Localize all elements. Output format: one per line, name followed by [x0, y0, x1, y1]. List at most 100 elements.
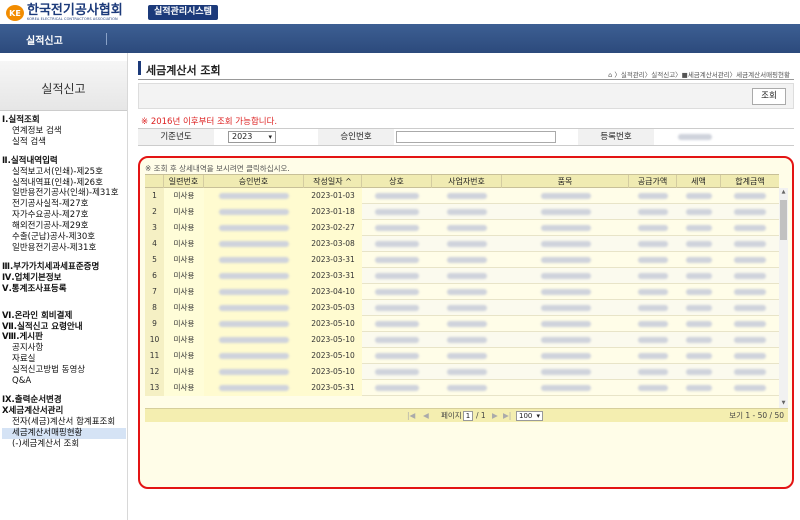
row-status: 미사용 [164, 300, 204, 316]
col-tax[interactable]: 세액 [677, 175, 721, 188]
biz-number [432, 188, 502, 204]
sidebar-item[interactable]: 전기공사실적-제27호 [2, 199, 126, 210]
sidebar-item[interactable]: 일반용전기공사(인쇄)-제31호 [2, 188, 126, 199]
issue-date: 2023-01-18 [304, 204, 362, 220]
table-row[interactable]: 11 미사용 2023-05-10 [145, 348, 779, 364]
sidebar-section[interactable]: Ⅷ.게시판 [2, 332, 126, 343]
total-amount [721, 236, 779, 252]
year-select[interactable]: 2023 ▾ [228, 131, 276, 143]
col-item[interactable]: 품목 [502, 175, 629, 188]
sidebar-section[interactable]: Ⅹ세금계산서관리 [2, 406, 126, 417]
search-button[interactable]: 조회 [752, 88, 786, 105]
row-status: 미사용 [164, 220, 204, 236]
sidebar-section[interactable]: Ⅸ.출력순서변경 [2, 395, 126, 406]
sidebar-section[interactable]: Ⅲ.부가가치세과세표준증명 [2, 262, 126, 273]
supply-amount [629, 252, 677, 268]
last-page-icon[interactable]: ▶| [503, 410, 511, 422]
tax-amount [677, 236, 721, 252]
table-row[interactable]: 1 미사용 2023-01-03 [145, 188, 779, 204]
supply-amount [629, 284, 677, 300]
col-date[interactable]: 작성일자 ^ [304, 175, 362, 188]
search-toolbar: 조회 [138, 83, 794, 109]
table-row[interactable]: 8 미사용 2023-05-03 [145, 300, 779, 316]
table-row[interactable]: 4 미사용 2023-03-08 [145, 236, 779, 252]
approval-number [204, 348, 304, 364]
company-name [362, 300, 432, 316]
sidebar-item[interactable]: 해외전기공사-제29호 [2, 221, 126, 232]
sidebar-section[interactable]: Ⅳ.업체기본정보 [2, 273, 126, 284]
sidebar-section[interactable]: Ⅱ.실적내역입력 [2, 156, 126, 167]
sidebar-section[interactable]: Ⅵ.온라인 회비결제 [2, 311, 126, 322]
sidebar-item[interactable]: 연계정보 검색 [2, 126, 126, 137]
page-total: / 1 [476, 411, 486, 420]
issue-date: 2023-05-03 [304, 300, 362, 316]
total-amount [721, 252, 779, 268]
scroll-up-icon[interactable]: ▲ [779, 188, 788, 197]
scroll-down-icon[interactable]: ▼ [779, 399, 788, 408]
item-name [502, 300, 629, 316]
sidebar-item[interactable]: 수출(군납)공사-제30호 [2, 232, 126, 243]
col-supply[interactable]: 공급가액 [629, 175, 677, 188]
sidebar-item[interactable]: 세금계산서매핑현황 [2, 427, 126, 439]
table-row[interactable]: 10 미사용 2023-05-10 [145, 332, 779, 348]
row-status: 미사용 [164, 332, 204, 348]
col-total[interactable]: 합계금액 [721, 175, 779, 188]
table-row[interactable]: 6 미사용 2023-03-31 [145, 268, 779, 284]
prev-page-icon[interactable]: ◀ [423, 410, 429, 422]
logo-subtitle: KOREA ELECTRICAL CONTRACTORS ASSOCIATION [27, 16, 118, 21]
grid-scrollbar[interactable]: ▲ ▼ [779, 188, 788, 408]
row-number: 2 [145, 204, 164, 220]
row-number: 5 [145, 252, 164, 268]
grid-body: 1 미사용 2023-01-03 2 미사용 2023-01-18 3 미사용 2023-02-… [145, 188, 779, 408]
page-size-select[interactable]: 100 ▾ [516, 411, 543, 421]
sidebar-header: 실적신고 [0, 61, 127, 111]
total-amount [721, 348, 779, 364]
col-serial[interactable]: 일련번호 [164, 175, 204, 188]
sidebar-item[interactable]: 공지사항 [2, 343, 126, 354]
table-row[interactable]: 3 미사용 2023-02-27 [145, 220, 779, 236]
grid-pager: |◀ ◀ 페이지 1 / 1 ▶ ▶| 100 ▾ 보기 1 - 50 / 50 [145, 408, 788, 422]
biz-number [432, 300, 502, 316]
col-approval[interactable]: 승인번호 [204, 175, 304, 188]
sidebar-section[interactable]: Ⅴ.통계조사표등록 [2, 284, 126, 295]
sidebar-item[interactable]: 일반용전기공사-제31호 [2, 243, 126, 254]
association-logo[interactable]: KE 한국전기공사협회 KOREA ELECTRICAL CONTRACTORS… [6, 4, 123, 22]
sidebar-item[interactable]: Q&A [2, 376, 126, 387]
row-status: 미사용 [164, 380, 204, 396]
next-page-icon[interactable]: ▶ [492, 410, 498, 422]
row-status: 미사용 [164, 348, 204, 364]
sidebar-item[interactable]: 실적보고서(인쇄)-제25호 [2, 167, 126, 178]
sidebar-item[interactable]: 자가수요공사-제27호 [2, 210, 126, 221]
sidebar-item[interactable]: 실적 검색 [2, 137, 126, 148]
sidebar-item[interactable]: 실적신고방법 동영상 [2, 365, 126, 376]
sidebar-section[interactable]: Ⅶ.실적신고 요령안내 [2, 322, 126, 333]
table-row[interactable]: 9 미사용 2023-05-10 [145, 316, 779, 332]
row-number: 1 [145, 188, 164, 204]
invoice-grid-panel: ※ 조회 후 상세내역을 보시려면 클릭하십시오. 일련번호 승인번호 작성일자… [138, 156, 794, 489]
sidebar-item[interactable]: 전자(세금)계산서 합계표조회 [2, 417, 126, 428]
sidebar-section[interactable]: Ⅰ.실적조회 [2, 115, 126, 126]
nav-item-report[interactable]: 실적신고 [26, 32, 63, 47]
approval-number [204, 364, 304, 380]
approval-number-input[interactable] [396, 131, 556, 143]
supply-amount [629, 300, 677, 316]
system-badge[interactable]: 실적관리시스템 [148, 5, 218, 20]
sidebar: 실적신고 Ⅰ.실적조회 연계정보 검색 실적 검색 Ⅱ.실적내역입력 실적보고서(인쇄)… [0, 53, 128, 520]
company-name [362, 364, 432, 380]
first-page-icon[interactable]: |◀ [407, 410, 415, 422]
scroll-thumb[interactable] [780, 200, 787, 240]
item-name [502, 220, 629, 236]
table-row[interactable]: 12 미사용 2023-05-10 [145, 364, 779, 380]
sidebar-item[interactable]: (-)세금계산서 조회 [2, 439, 126, 450]
total-amount [721, 332, 779, 348]
sidebar-item[interactable]: 실적내역표(인쇄)-제26호 [2, 178, 126, 189]
row-number: 6 [145, 268, 164, 284]
page-input[interactable]: 1 [463, 411, 473, 421]
table-row[interactable]: 2 미사용 2023-01-18 [145, 204, 779, 220]
sidebar-item[interactable]: 자료실 [2, 354, 126, 365]
table-row[interactable]: 5 미사용 2023-03-31 [145, 252, 779, 268]
col-biz-number[interactable]: 사업자번호 [432, 175, 502, 188]
col-company[interactable]: 상호 [362, 175, 432, 188]
table-row[interactable]: 7 미사용 2023-04-10 [145, 284, 779, 300]
table-row[interactable]: 13 미사용 2023-05-31 [145, 380, 779, 396]
